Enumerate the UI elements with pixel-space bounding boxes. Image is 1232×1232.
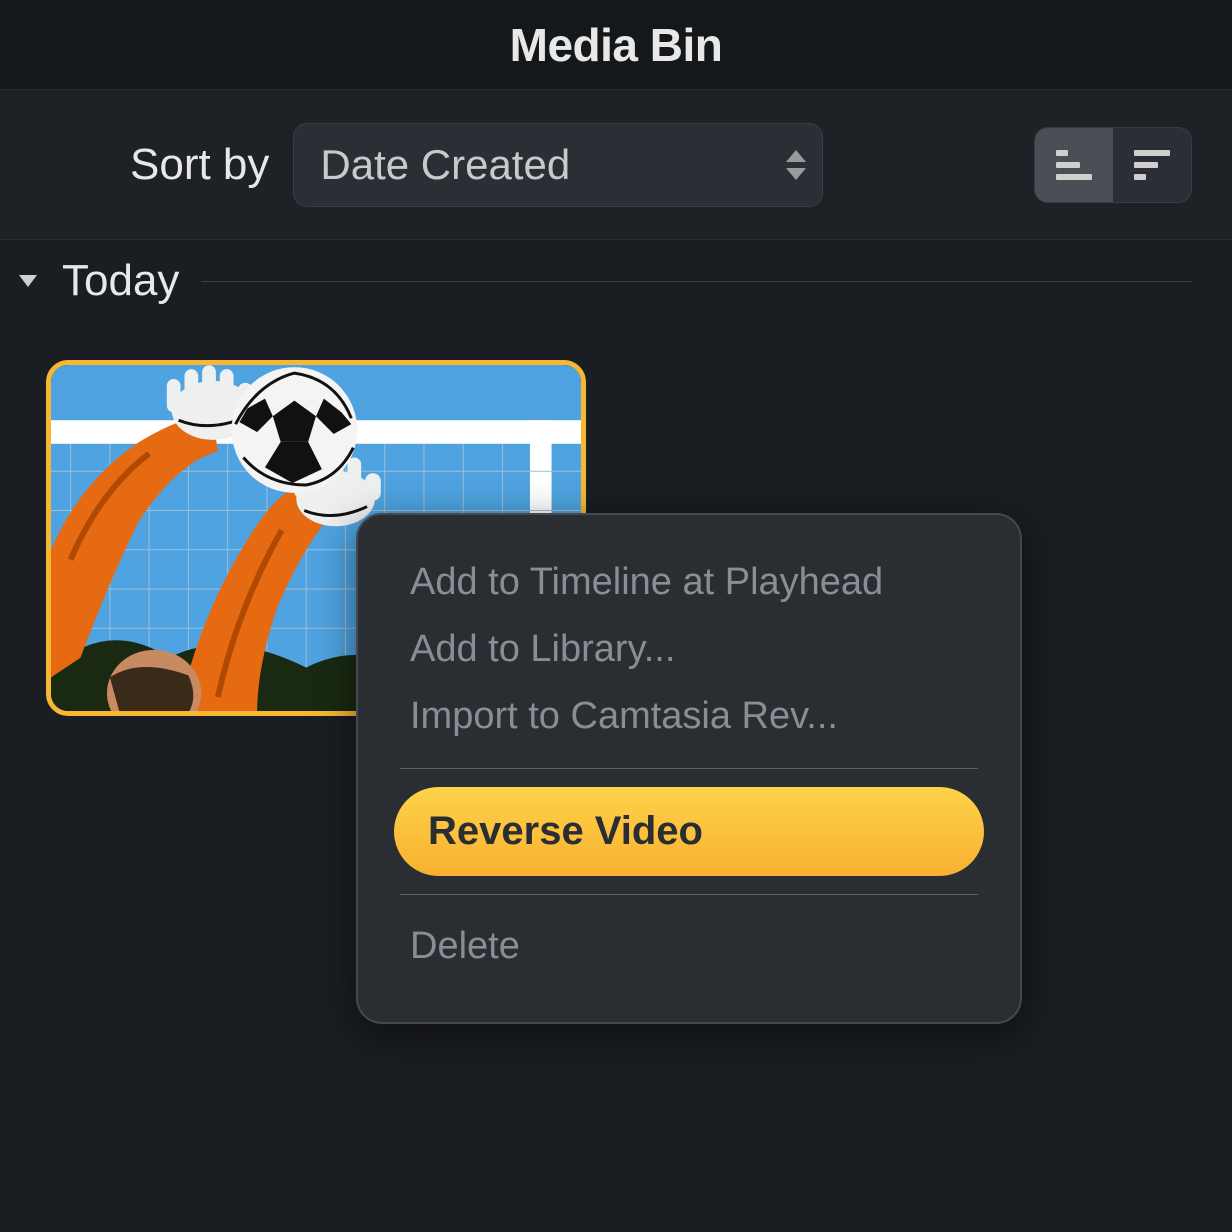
menu-item-delete[interactable]: Delete [400,913,978,980]
descending-icon [1134,150,1170,180]
ascending-icon [1056,150,1092,180]
stepper-icon [786,150,806,180]
sort-by-label: Sort by [130,140,269,190]
section-row[interactable]: Today [0,240,1232,322]
sort-bar: Sort by Date Created [0,90,1232,240]
context-menu: Add to Timeline at Playhead Add to Libra… [356,513,1022,1024]
panel-title: Media Bin [510,18,723,72]
sort-dropdown-value: Date Created [320,141,570,189]
section-title: Today [62,256,179,306]
menu-item-add-timeline[interactable]: Add to Timeline at Playhead [400,549,978,616]
sort-descending-button[interactable] [1113,128,1191,202]
panel-header: Media Bin [0,0,1232,90]
menu-separator [400,894,978,895]
menu-item-add-library[interactable]: Add to Library... [400,616,978,683]
menu-item-reverse-video[interactable]: Reverse Video [394,787,984,876]
section-divider [201,281,1192,282]
menu-separator [400,768,978,769]
sort-dropdown[interactable]: Date Created [293,123,823,207]
sort-order-toggle [1034,127,1192,203]
menu-item-import-rev[interactable]: Import to Camtasia Rev... [400,683,978,750]
sort-ascending-button[interactable] [1035,128,1113,202]
disclosure-triangle-icon [16,275,40,287]
